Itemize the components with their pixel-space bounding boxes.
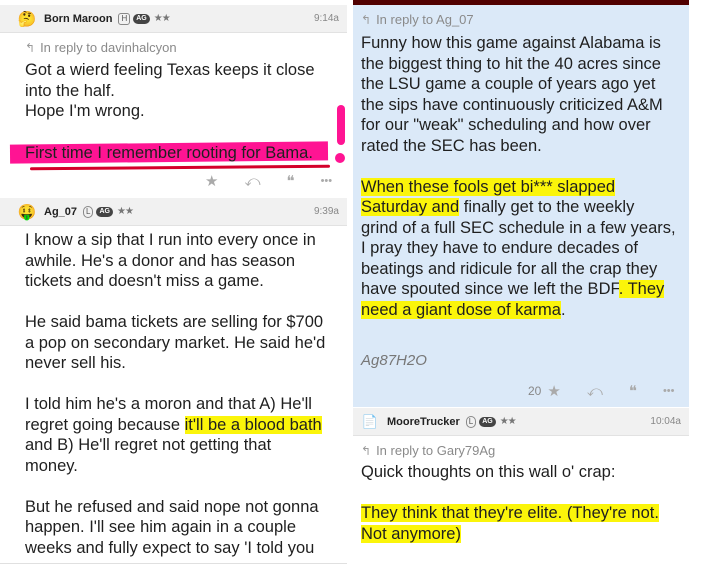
paragraph: I told him he's a moron and that A) He'l…: [25, 394, 345, 476]
post-body: I know a sip that I run into every once …: [25, 230, 345, 558]
post-header: 🤑 Ag_07 L AG ★★ 9:39a: [0, 198, 347, 226]
document-icon[interactable]: 📄: [361, 413, 379, 431]
post-time: 9:39a: [313, 206, 339, 217]
star-icon[interactable]: ★: [547, 382, 560, 400]
post-header: 📄 MooreTrucker L AG ★★ 10:04a: [353, 408, 689, 436]
more-icon[interactable]: •••: [663, 385, 675, 397]
quote-icon[interactable]: ❝: [287, 172, 295, 190]
text-span: .: [560, 300, 566, 319]
divider: [0, 563, 347, 564]
star-icon[interactable]: ★: [205, 172, 218, 190]
paragraph: But he refused and said nope not gonna h…: [25, 497, 319, 557]
underline-mark: [29, 164, 331, 171]
post-header: 🤔 Born Maroon H AG ★★ 9:14a: [0, 5, 347, 33]
username[interactable]: Born Maroon: [44, 13, 112, 25]
paragraph: When these fools get bi*** slapped Satur…: [361, 177, 691, 321]
post-line: Hope I'm wrong.: [25, 102, 145, 120]
post-line: Got a wierd feeling Texas keeps it close: [25, 61, 315, 79]
paragraph: I know a sip that I run into every once …: [25, 231, 316, 290]
reply-label: In reply to Ag_07: [376, 12, 474, 27]
reply-icon[interactable]: ⤺: [244, 173, 260, 190]
star-rating: ★★: [153, 13, 171, 24]
reply-arrow-icon: ↰: [361, 443, 372, 458]
star-rating: ★★: [499, 416, 517, 427]
paragraph: They think that they're elite. (They're …: [361, 503, 691, 544]
reply-arrow-icon: ↰: [361, 12, 372, 27]
reply-label: In reply to davinhalcyon: [40, 40, 177, 55]
exclamation-dot: [335, 153, 345, 163]
post-line: First time I remember rooting for Bama.: [25, 144, 313, 162]
post-actions: ★ ⤺ ❝ •••: [205, 172, 333, 191]
signature: Ag87H2O: [361, 352, 427, 369]
right-column: ↰ In reply to Ag_07 Funny how this game …: [353, 0, 721, 571]
post-time: 10:04a: [650, 416, 681, 427]
avatar[interactable]: 🤔: [18, 10, 37, 28]
exclamation-mark: [337, 105, 345, 145]
post-body: Funny how this game against Alabama is t…: [361, 33, 691, 320]
badge-ag: AG: [133, 13, 150, 24]
post-actions: 20 ★ ⤺ ❝ •••: [528, 382, 675, 401]
paragraph: Quick thoughts on this wall o' crap:: [361, 463, 616, 481]
reply-label: In reply to Gary79Ag: [376, 443, 496, 458]
paragraph: Funny how this game against Alabama is t…: [361, 34, 663, 155]
reply-link[interactable]: ↰ In reply to Gary79Ag: [361, 443, 495, 458]
badge-ag: AG: [96, 206, 113, 217]
highlighted-text: They think that they're elite. (They're …: [361, 504, 659, 543]
username[interactable]: MooreTrucker: [387, 416, 460, 428]
avatar[interactable]: 🤑: [18, 203, 37, 221]
paragraph: He said bama tickets are selling for $70…: [25, 313, 326, 372]
quote-icon[interactable]: ❝: [629, 382, 637, 400]
reply-link[interactable]: ↰ In reply to Ag_07: [361, 12, 474, 27]
post-line-highlighted: First time I remember rooting for Bama.: [25, 143, 345, 164]
text-span: and B) He'll regret not getting that mon…: [25, 436, 272, 475]
left-column: 🤔 Born Maroon H AG ★★ 9:14a ↰ In reply t…: [0, 0, 347, 571]
highlighted-text: it'll be a blood bath: [184, 415, 322, 434]
star-count: 20: [528, 384, 542, 398]
more-icon[interactable]: •••: [321, 175, 333, 187]
reply-arrow-icon: ↰: [25, 40, 36, 55]
badge-h: H: [118, 12, 131, 25]
reply-icon[interactable]: ⤺: [587, 383, 603, 400]
badge-l: L: [83, 205, 94, 218]
reply-link[interactable]: ↰ In reply to davinhalcyon: [25, 40, 177, 55]
post-body: Quick thoughts on this wall o' crap: The…: [361, 462, 691, 544]
post-body: Got a wierd feeling Texas keeps it close…: [25, 60, 345, 122]
badge-l: L: [465, 415, 477, 428]
username[interactable]: Ag_07: [44, 206, 77, 218]
badge-ag: AG: [479, 416, 496, 427]
right-margin: [689, 0, 721, 571]
post-time: 9:14a: [313, 13, 339, 24]
star-rating: ★★: [116, 206, 134, 217]
post-line: into the half.: [25, 81, 115, 100]
